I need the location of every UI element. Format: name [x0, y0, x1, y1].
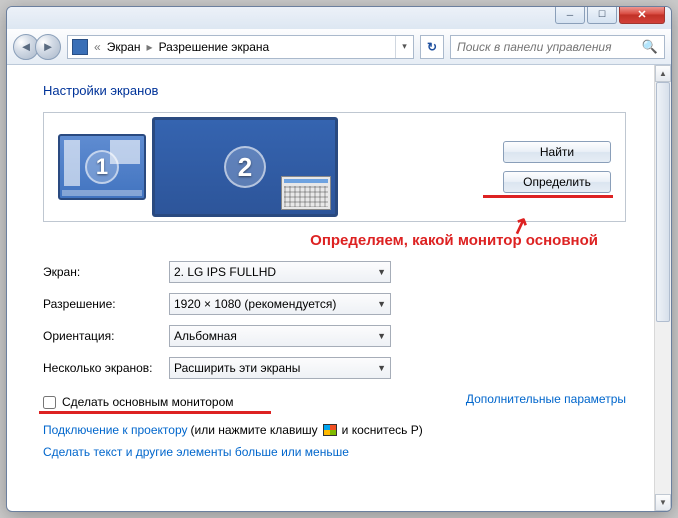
nav-buttons: ◄ ► [13, 34, 61, 60]
make-main-label: Сделать основным монитором [62, 395, 234, 409]
breadcrumb-dropdown[interactable]: ▾ [395, 36, 413, 58]
breadcrumb-seg-2[interactable]: Разрешение экрана [155, 36, 274, 58]
breadcrumb-seg-1[interactable]: Экран [103, 36, 145, 58]
monitor-number-2: 2 [224, 146, 266, 188]
select-resolution-value: 1920 × 1080 (рекомендуется) [174, 297, 336, 311]
select-orientation-value: Альбомная [174, 329, 237, 343]
row-orientation: Ориентация: Альбомная ▼ [43, 325, 626, 347]
label-orientation: Ориентация: [43, 329, 169, 343]
refresh-button[interactable]: ↻ [420, 35, 444, 59]
search-input[interactable] [457, 40, 642, 54]
detect-button[interactable]: Определить [503, 171, 611, 193]
select-orientation[interactable]: Альбомная ▼ [169, 325, 391, 347]
content-area: Настройки экранов 1 2 Найти [7, 65, 671, 511]
search-box[interactable]: 🔍 [450, 35, 665, 59]
monitor-2[interactable]: 2 [152, 117, 338, 217]
search-icon: 🔍 [642, 39, 658, 55]
window: ─ ☐ ✕ ◄ ► « Экран ▸ Разрешение экрана ▾ … [6, 6, 672, 512]
projector-link[interactable]: Подключение к проектору [43, 423, 188, 437]
scroll-down-button[interactable]: ▼ [655, 494, 671, 511]
projector-hint-pre: (или нажмите клавишу [191, 423, 318, 437]
screen-icon [72, 39, 88, 55]
titlebar: ─ ☐ ✕ [7, 7, 671, 29]
select-screen[interactable]: 2. LG IPS FULLHD ▼ [169, 261, 391, 283]
vertical-scrollbar[interactable]: ▲ ▼ [654, 65, 671, 511]
scroll-up-button[interactable]: ▲ [655, 65, 671, 82]
find-button[interactable]: Найти [503, 141, 611, 163]
select-multiple-value: Расширить эти экраны [174, 361, 300, 375]
close-button[interactable]: ✕ [619, 6, 665, 24]
main-panel: Настройки экранов 1 2 Найти [7, 65, 654, 511]
scroll-track[interactable] [655, 82, 671, 494]
select-resolution[interactable]: 1920 × 1080 (рекомендуется) ▼ [169, 293, 391, 315]
monitor-2-deco [281, 176, 331, 210]
row-resolution: Разрешение: 1920 × 1080 (рекомендуется) … [43, 293, 626, 315]
monitor-arrangement[interactable]: 1 2 Найти Определить ↗ [43, 112, 626, 222]
label-resolution: Разрешение: [43, 297, 169, 311]
label-multiple: Несколько экранов: [43, 361, 169, 375]
address-bar: ◄ ► « Экран ▸ Разрешение экрана ▾ ↻ 🔍 [7, 29, 671, 65]
bottom-links: Подключение к проектору (или нажмите кла… [43, 423, 626, 459]
row-screen: Экран: 2. LG IPS FULLHD ▼ [43, 261, 626, 283]
monitor-1[interactable]: 1 [58, 134, 146, 200]
make-main-row: Сделать основным монитором [43, 395, 234, 409]
make-main-checkbox[interactable] [43, 396, 56, 409]
projector-hint-tail: и коснитесь P) [342, 423, 423, 437]
maximize-button[interactable]: ☐ [587, 6, 617, 24]
select-screen-value: 2. LG IPS FULLHD [174, 265, 276, 279]
checkbox-and-advanced-row: Сделать основным монитором Дополнительны… [43, 389, 626, 409]
annotation-underline-detect [483, 195, 613, 198]
chevron-down-icon: ▼ [377, 299, 386, 309]
label-screen: Экран: [43, 265, 169, 279]
chevron-down-icon: ▼ [377, 267, 386, 277]
projector-row: Подключение к проектору (или нажмите кла… [43, 423, 626, 437]
annotation-underline-checkbox [39, 411, 271, 414]
text-size-row: Сделать текст и другие элементы больше и… [43, 445, 626, 459]
page-title: Настройки экранов [43, 83, 626, 98]
chevron-right-icon: ▸ [145, 40, 155, 54]
windows-key-icon [323, 424, 337, 436]
chevron-down-icon: ▼ [377, 363, 386, 373]
minimize-button[interactable]: ─ [555, 6, 585, 24]
window-controls: ─ ☐ ✕ [555, 6, 665, 24]
chevron-down-icon: ▼ [377, 331, 386, 341]
breadcrumb-sep: « [92, 40, 103, 54]
monitor-action-buttons: Найти Определить [503, 141, 611, 193]
forward-button[interactable]: ► [35, 34, 61, 60]
select-multiple[interactable]: Расширить эти экраны ▼ [169, 357, 391, 379]
scroll-thumb[interactable] [656, 82, 670, 322]
breadcrumb[interactable]: « Экран ▸ Разрешение экрана ▾ [67, 35, 414, 59]
text-size-link[interactable]: Сделать текст и другие элементы больше и… [43, 445, 349, 459]
row-multiple: Несколько экранов: Расширить эти экраны … [43, 357, 626, 379]
advanced-link[interactable]: Дополнительные параметры [466, 392, 626, 406]
monitors: 1 2 [58, 117, 503, 217]
